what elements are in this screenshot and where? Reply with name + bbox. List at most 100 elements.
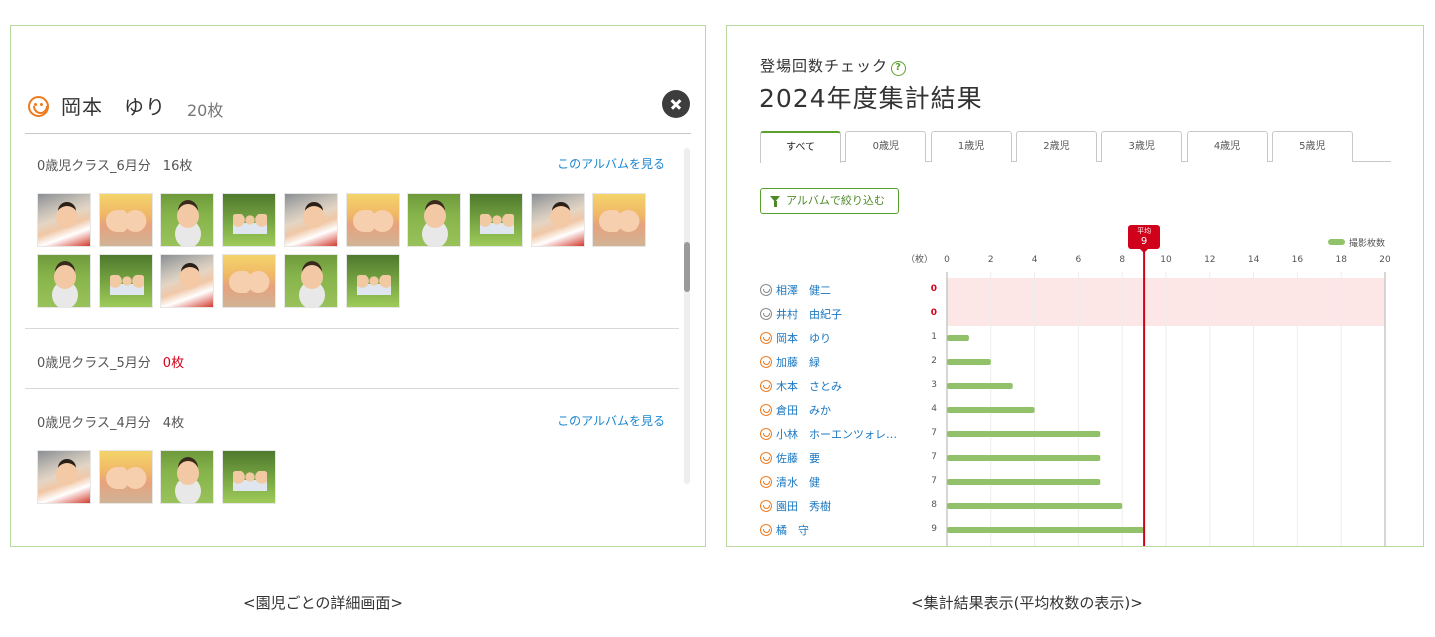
child-link[interactable]: 木本 さとみ xyxy=(760,378,842,394)
child-link[interactable]: 加藤 緑 xyxy=(760,354,820,370)
child-detail-panel: 岡本 ゆり 20枚 0歳児クラス_6月分 16枚 このアルバムを見る 0歳児クラス… xyxy=(10,25,706,547)
album-name: 0歳児クラス_6月分 xyxy=(37,159,151,174)
child-link[interactable]: 園田 秀樹 xyxy=(760,498,831,514)
photo-thumbnail[interactable] xyxy=(283,193,338,247)
photo-thumbnail[interactable] xyxy=(345,254,400,308)
child-name-label: 加藤 緑 xyxy=(776,356,820,369)
photo-thumbnail[interactable] xyxy=(98,450,153,504)
smile-icon xyxy=(760,404,772,416)
scrollbar[interactable] xyxy=(683,148,691,484)
photo-thumbnail[interactable] xyxy=(160,450,215,504)
child-link[interactable]: 小林 ホーエンツォレ… xyxy=(760,426,897,442)
child-link[interactable]: 佐藤 要 xyxy=(760,450,820,466)
child-link[interactable]: 清水 健 xyxy=(760,474,820,490)
x-unit-label: （枚） xyxy=(906,253,933,265)
child-link[interactable]: 相澤 健二 xyxy=(760,282,831,298)
album-title: 0歳児クラス_6月分 16枚 xyxy=(37,155,192,174)
photo-thumbnail[interactable] xyxy=(407,193,462,247)
value-label: 2 xyxy=(931,356,937,366)
album-count: 4枚 xyxy=(162,416,185,431)
smile-icon xyxy=(760,332,772,344)
neutral-face-icon xyxy=(760,308,772,320)
child-link[interactable]: 井村 由紀子 xyxy=(760,306,842,322)
value-label: 7 xyxy=(931,428,937,438)
album-divider xyxy=(25,328,679,329)
child-header: 岡本 ゆり 20枚 xyxy=(25,88,691,134)
close-button[interactable] xyxy=(662,90,690,118)
photo-thumbnail[interactable] xyxy=(160,254,215,308)
bar xyxy=(947,455,1101,461)
bar xyxy=(947,527,1145,533)
photo-thumbnail[interactable] xyxy=(98,254,153,308)
x-tick-label: 2 xyxy=(988,255,994,265)
x-tick-label: 14 xyxy=(1248,255,1260,265)
view-album-link[interactable]: このアルバムを見る xyxy=(557,155,665,172)
photo-thumbnail[interactable] xyxy=(592,193,647,247)
x-tick-label: 6 xyxy=(1076,255,1082,265)
album-name: 0歳児クラス_5月分 xyxy=(37,356,151,371)
child-name-label: 岡本 ゆり xyxy=(776,332,831,345)
photo-thumbnail[interactable] xyxy=(37,254,91,308)
bar xyxy=(947,431,1101,437)
photo-thumbnail[interactable] xyxy=(222,450,277,504)
album-title: 0歳児クラス_5月分 0枚 xyxy=(37,352,184,371)
photo-thumbnail[interactable] xyxy=(37,193,91,247)
photo-thumbnail[interactable] xyxy=(345,193,400,247)
value-label: 0 xyxy=(930,284,937,294)
child-link[interactable]: 岡本 ゆり xyxy=(760,330,831,346)
album-list: 0歳児クラス_6月分 16枚 このアルバムを見る 0歳児クラス_5月分 0枚 0歳児… xyxy=(25,144,679,544)
caption-left: <園児ごとの詳細画面> xyxy=(243,594,403,612)
photo-thumbnail[interactable] xyxy=(283,254,338,308)
bar xyxy=(947,383,1013,389)
photo-thumbnail[interactable] xyxy=(468,193,523,247)
caption-right: <集計結果表示(平均枚数の表示)> xyxy=(911,594,1143,612)
photo-thumbnail[interactable] xyxy=(160,193,215,247)
x-tick-label: 20 xyxy=(1379,255,1391,265)
bar xyxy=(947,359,991,365)
album-divider xyxy=(25,388,679,389)
child-name-label: 園田 秀樹 xyxy=(776,500,831,513)
photo-thumbnail[interactable] xyxy=(222,193,277,247)
photo-thumbnail[interactable] xyxy=(37,450,91,504)
child-name-label: 小林 ホーエンツォレ… xyxy=(776,428,897,441)
album-count: 16枚 xyxy=(162,159,193,174)
smile-icon xyxy=(28,96,49,117)
album-name: 0歳児クラス_4月分 xyxy=(37,416,151,431)
child-name-label: 佐藤 要 xyxy=(776,452,820,465)
child-name-label: 相澤 健二 xyxy=(776,284,831,297)
x-tick-label: 0 xyxy=(944,255,950,265)
child-link[interactable]: 橘 守 xyxy=(760,522,809,538)
smile-icon xyxy=(760,356,772,368)
summary-panel: 登場回数チェック? 2024年度集計結果 すべて 0歳児 1歳児 2歳児 3歳児 4歳児 5… xyxy=(726,25,1424,547)
photo-thumbnail[interactable] xyxy=(98,193,153,247)
child-link[interactable]: 倉田 みか xyxy=(760,402,831,418)
average-marker: 平均 9 xyxy=(1128,225,1161,253)
smile-icon xyxy=(760,380,772,392)
child-name-label: 木本 さとみ xyxy=(776,380,842,393)
bar xyxy=(947,335,969,341)
photo-thumbnail[interactable] xyxy=(530,193,585,247)
album-title: 0歳児クラス_4月分 4枚 xyxy=(37,412,184,431)
value-label: 3 xyxy=(931,380,937,390)
bar xyxy=(947,479,1101,485)
child-photo-count: 20枚 xyxy=(187,101,224,120)
smile-icon xyxy=(760,428,772,440)
x-tick-label: 4 xyxy=(1032,255,1038,265)
scrollbar-thumb[interactable] xyxy=(684,242,690,292)
neutral-face-icon xyxy=(760,284,772,296)
smile-icon xyxy=(760,452,772,464)
view-album-link[interactable]: このアルバムを見る xyxy=(557,412,665,429)
smile-icon xyxy=(760,476,772,488)
bar-chart: 0 2 4 6 8 10 12 14 16 18 20 （枚） 相澤 健二 0 井村 由紀子 0 岡本 ゆり 1 加… xyxy=(727,26,1423,546)
child-name-label: 橘 守 xyxy=(776,524,809,537)
child-name: 岡本 ゆり xyxy=(61,95,166,119)
child-name-label: 井村 由紀子 xyxy=(776,308,842,321)
value-label: 9 xyxy=(931,524,937,534)
album-count: 0枚 xyxy=(162,356,185,371)
value-label: 8 xyxy=(931,500,937,510)
smile-icon xyxy=(760,500,772,512)
value-label: 1 xyxy=(931,332,937,342)
photo-thumbnail[interactable] xyxy=(222,254,277,308)
child-name-label: 清水 健 xyxy=(776,476,820,489)
bar xyxy=(947,407,1035,413)
